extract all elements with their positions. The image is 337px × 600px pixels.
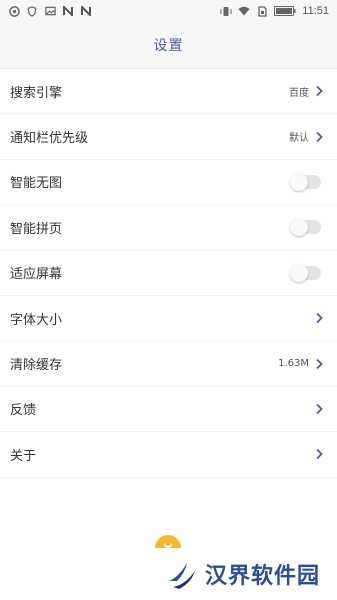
setting-right xyxy=(315,312,323,324)
setting-right: 百度 xyxy=(289,84,323,99)
setting-label: 智能拼页 xyxy=(10,221,63,237)
setting-label: 字体大小 xyxy=(10,312,63,328)
toggle-knob xyxy=(290,263,308,282)
setting-label: 清除缓存 xyxy=(10,358,63,374)
toggle-knob xyxy=(290,172,308,191)
setting-right: 1.63M xyxy=(278,358,323,370)
chevron-right-icon xyxy=(316,358,323,369)
shutter-icon xyxy=(8,5,20,17)
watermark-text: 汉界软件园 xyxy=(205,564,321,589)
setting-value: 默认 xyxy=(289,133,309,145)
smart-page-join-toggle[interactable] xyxy=(290,218,321,237)
settings-screen: 11:51 设置 搜索引擎 百度 通知栏优先级 默认 智能无图 智能拼页 适应屏… xyxy=(0,0,337,600)
setting-label: 适应屏幕 xyxy=(10,267,63,283)
setting-right xyxy=(315,403,323,415)
status-left-icons xyxy=(8,5,92,17)
sim-icon xyxy=(256,5,268,17)
setting-label: 通知栏优先级 xyxy=(10,131,89,147)
setting-about[interactable]: 关于 xyxy=(0,432,337,478)
setting-right xyxy=(315,448,323,460)
wifi-icon xyxy=(238,5,250,17)
chevron-right-icon xyxy=(316,131,323,142)
chevron-right-icon xyxy=(316,86,323,97)
page-title: 设置 xyxy=(153,38,184,54)
toggle-knob xyxy=(290,218,308,237)
fit-screen-toggle[interactable] xyxy=(290,263,321,282)
setting-label: 关于 xyxy=(10,448,37,464)
setting-label: 搜索引擎 xyxy=(10,85,63,101)
n-icon xyxy=(80,5,92,17)
status-right-icons: 11:51 xyxy=(220,5,329,17)
setting-smart-no-image: 智能无图 xyxy=(0,160,337,206)
setting-font-size[interactable]: 字体大小 xyxy=(0,296,337,342)
title-bar: 设置 xyxy=(0,22,337,68)
watermark: 汉界软件园 xyxy=(147,548,337,600)
setting-label: 智能无图 xyxy=(10,176,63,192)
n-icon xyxy=(62,5,74,17)
setting-right: 默认 xyxy=(289,129,323,144)
chevron-right-icon xyxy=(316,403,323,415)
setting-fit-screen: 适应屏幕 xyxy=(0,251,337,296)
battery-icon xyxy=(274,5,296,17)
smart-no-image-toggle[interactable] xyxy=(290,172,321,191)
setting-smart-page-join: 智能拼页 xyxy=(0,205,337,251)
setting-label: 反馈 xyxy=(10,403,37,419)
setting-value: 百度 xyxy=(289,87,309,99)
image-icon xyxy=(44,5,56,17)
shield-icon xyxy=(26,5,38,17)
settings-list: 搜索引擎 百度 通知栏优先级 默认 智能无图 智能拼页 适应屏幕 字体大小 清除… xyxy=(0,68,337,478)
clock: 11:51 xyxy=(302,5,329,17)
setting-feedback[interactable]: 反馈 xyxy=(0,387,337,433)
setting-value: 1.63M xyxy=(278,358,309,370)
chevron-right-icon xyxy=(316,449,323,460)
vibrate-icon xyxy=(220,5,232,17)
setting-notification-priority[interactable]: 通知栏优先级 默认 xyxy=(0,114,337,160)
watermark-logo-icon xyxy=(169,563,195,589)
status-bar: 11:51 xyxy=(0,0,337,22)
chevron-right-icon xyxy=(316,313,323,324)
setting-clear-cache[interactable]: 清除缓存 1.63M xyxy=(0,341,337,387)
setting-search-engine[interactable]: 搜索引擎 百度 xyxy=(0,69,337,115)
